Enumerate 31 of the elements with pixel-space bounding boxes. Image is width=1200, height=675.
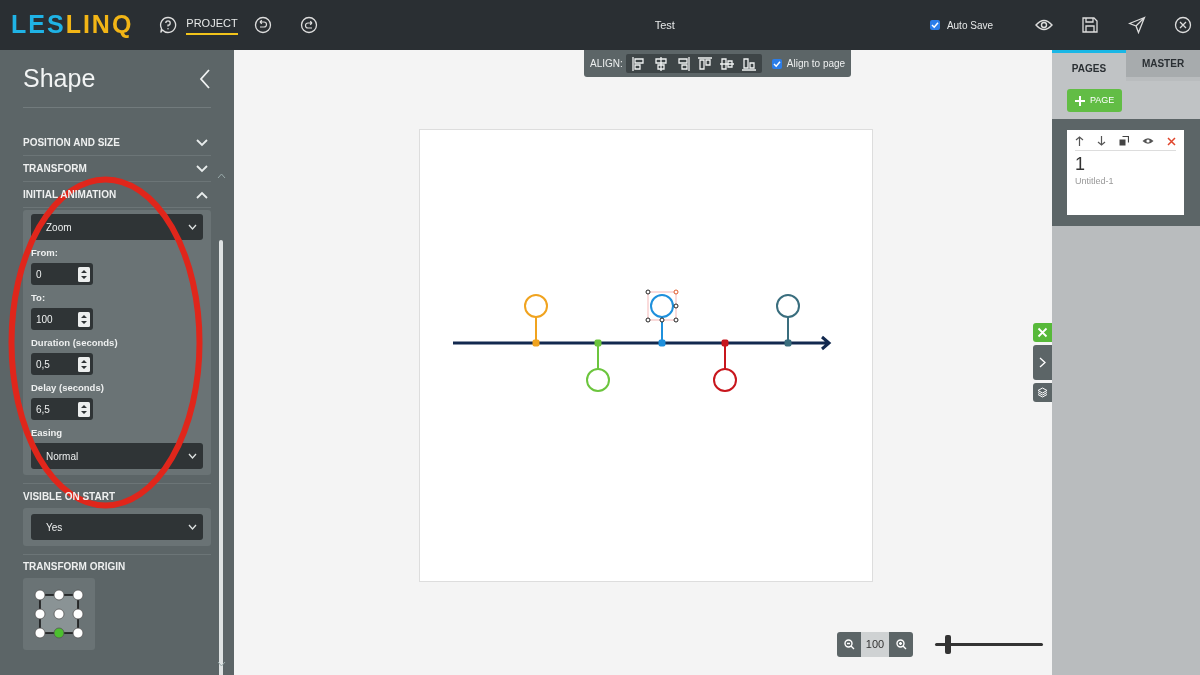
field-label: To: — [31, 292, 47, 304]
effect-select[interactable]: Zoom — [31, 214, 203, 240]
project-tab[interactable]: PROJECT — [186, 15, 238, 35]
zoom-value: 100 — [861, 632, 889, 657]
select-value: Normal — [46, 449, 79, 464]
section-title: TRANSFORM ORIGIN — [23, 561, 126, 573]
number-field[interactable]: 0 — [31, 263, 93, 285]
number-field[interactable]: 6,5 — [31, 398, 93, 420]
field-label: Easing — [31, 427, 64, 439]
align-label: ALIGN: — [590, 57, 623, 71]
panel-tab[interactable]: PAGES — [1052, 50, 1126, 81]
select-value: Yes — [46, 520, 63, 535]
panel-tab[interactable]: MASTER — [1126, 50, 1200, 77]
auto-save-label: Auto Save — [946, 18, 994, 33]
field-label: Delay (seconds) — [31, 382, 105, 394]
page-thumbnail[interactable]: 1 Untitled-1 — [1067, 130, 1184, 215]
field-label: Duration (seconds) — [31, 337, 119, 349]
easing-select[interactable]: Normal — [31, 443, 203, 469]
number-field[interactable]: 100 — [31, 308, 93, 330]
field-label: From: — [31, 247, 59, 259]
document-title: Test — [654, 17, 675, 33]
visibility-select[interactable]: Yes — [31, 514, 203, 540]
page-number: 1 — [1075, 155, 1086, 173]
section-header[interactable]: TRANSFORM — [23, 156, 211, 182]
align-to-page-label: Align to page — [786, 57, 846, 71]
select-value: Zoom — [46, 220, 72, 235]
number-field[interactable]: 0,5 — [31, 353, 93, 375]
logo: LESLINQ — [11, 9, 134, 41]
section-header[interactable]: POSITION AND SIZE — [23, 130, 211, 156]
page-name: Untitled-1 — [1075, 175, 1115, 188]
panel-title: Shape — [23, 62, 96, 94]
